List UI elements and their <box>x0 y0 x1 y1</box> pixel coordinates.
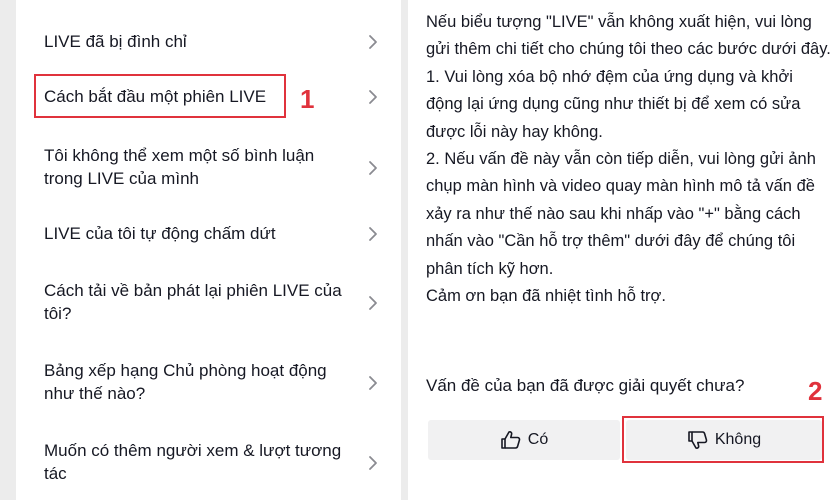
help-item-label: LIVE của tôi tự động chấm dứt <box>44 224 276 243</box>
help-item-label: Tôi không thể xem một số bình luận trong… <box>44 146 315 188</box>
no-button[interactable]: Không <box>626 420 822 460</box>
article-panel: Nếu biểu tượng "LIVE" vẫn không xuất hiệ… <box>408 0 840 500</box>
help-item-live-auto-ended[interactable]: LIVE của tôi tự động chấm dứt <box>16 214 401 254</box>
help-item-label: Cách tải về bản phát lại phiên LIVE của … <box>44 281 342 323</box>
help-item-label: LIVE đã bị đình chỉ <box>44 32 187 51</box>
article-body: Nếu biểu tượng "LIVE" vẫn không xuất hiệ… <box>426 9 831 310</box>
step-1-badge: 1 <box>300 84 315 114</box>
help-item-cannot-see-comments[interactable]: Tôi không thể xem một số bình luận trong… <box>16 140 401 196</box>
chevron-right-icon <box>367 89 379 105</box>
chevron-right-icon <box>367 34 379 50</box>
chevron-right-icon <box>367 295 379 311</box>
help-item-label: Muốn có thêm người xem & lượt tương tác <box>44 441 342 483</box>
thumbs-up-icon <box>500 430 522 450</box>
article-paragraph: 1. Vui lòng xóa bộ nhớ đệm của ứng dụng … <box>426 67 801 141</box>
article-paragraph: 2. Nếu vấn đề này vẫn còn tiếp diễn, vui… <box>426 150 816 278</box>
thumbs-down-icon <box>687 430 709 450</box>
chevron-right-icon <box>367 160 379 176</box>
feedback-question: Vấn đề của bạn đã được giải quyết chưa? <box>426 376 745 395</box>
help-item-download-replay[interactable]: Cách tải về bản phát lại phiên LIVE của … <box>16 275 401 331</box>
help-item-how-to-start-live[interactable]: Cách bắt đầu một phiên LIVE <box>16 77 401 117</box>
help-topics-panel: LIVE đã bị đình chỉ Cách bắt đầu một phi… <box>16 0 401 500</box>
yes-button-label: Có <box>527 431 549 448</box>
chevron-right-icon <box>367 226 379 242</box>
chevron-right-icon <box>367 455 379 471</box>
step-2-badge: 2 <box>808 376 823 406</box>
yes-button[interactable]: Có <box>428 420 620 460</box>
help-item-host-ranking[interactable]: Bảng xếp hạng Chủ phòng hoạt động như th… <box>16 355 401 411</box>
help-item-live-suspended[interactable]: LIVE đã bị đình chỉ <box>16 22 401 62</box>
chevron-right-icon <box>367 375 379 391</box>
help-item-label: Bảng xếp hạng Chủ phòng hoạt động như th… <box>44 361 327 403</box>
help-item-more-viewers[interactable]: Muốn có thêm người xem & lượt tương tác <box>16 435 401 491</box>
no-button-label: Không <box>714 431 762 448</box>
article-paragraph: Nếu biểu tượng "LIVE" vẫn không xuất hiệ… <box>426 13 831 59</box>
article-paragraph: Cảm ơn bạn đã nhiệt tình hỗ trợ. <box>426 287 666 306</box>
